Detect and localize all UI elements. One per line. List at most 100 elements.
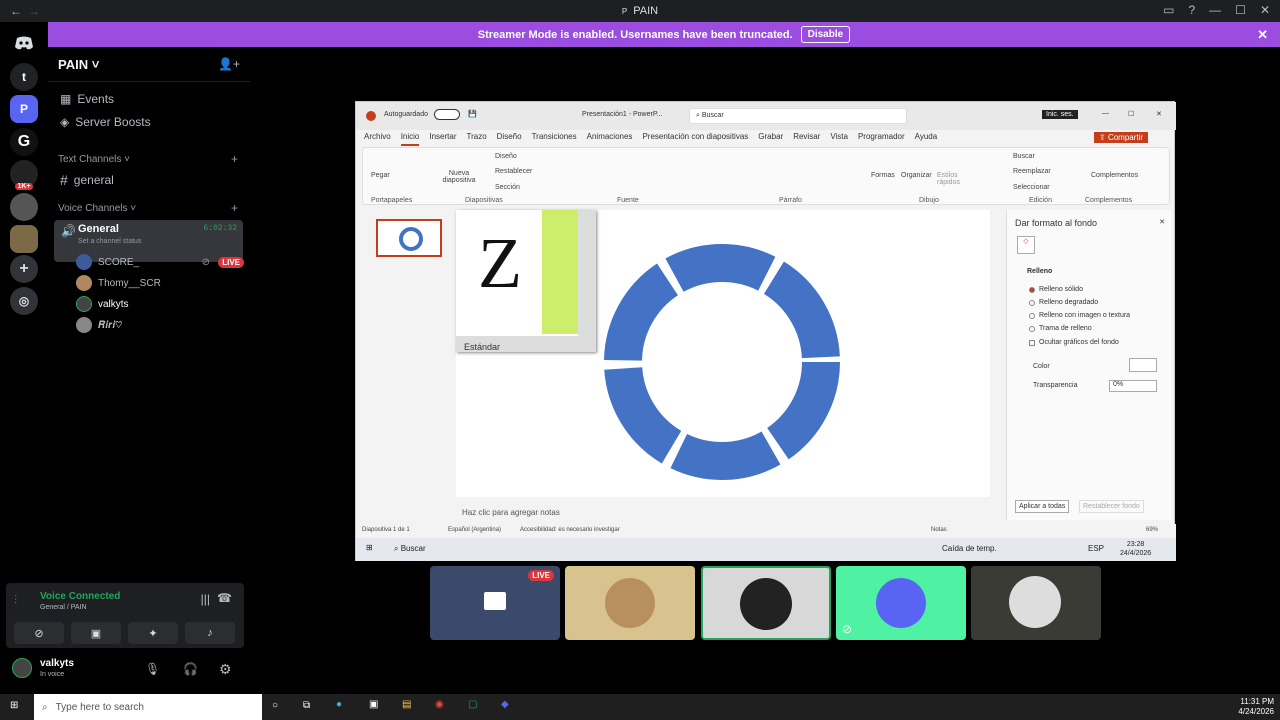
video-tile-valkyts[interactable] xyxy=(701,566,831,640)
notes-button[interactable]: Notas xyxy=(931,527,947,533)
video-tile-riri[interactable] xyxy=(971,566,1101,640)
tab-transiciones[interactable]: Transiciones xyxy=(532,132,577,146)
sign-in-button[interactable]: Inic. ses. xyxy=(1042,110,1078,119)
maximize-button[interactable]: ☐ xyxy=(1235,3,1246,17)
language-indicator[interactable]: ESP xyxy=(1088,544,1104,553)
channel-status-input[interactable]: Set a channel status xyxy=(78,238,141,245)
store-icon[interactable]: ▣ xyxy=(369,699,378,710)
server-icon-photo[interactable] xyxy=(10,225,38,253)
taskbar-search-input[interactable]: ⌕ Type here to search xyxy=(34,694,262,720)
member-riri[interactable]: 𝑹𝒊𝒓𝒊♡ xyxy=(76,317,122,333)
member-thomy[interactable]: Thomy__SCR xyxy=(76,275,161,291)
tab-insertar[interactable]: Insertar xyxy=(429,132,456,146)
close-icon[interactable]: ✕ xyxy=(1159,218,1165,226)
tab-ayuda[interactable]: Ayuda xyxy=(915,132,938,146)
fill-section[interactable]: Relleno xyxy=(1027,268,1052,275)
reset-background-button[interactable]: Restablecer fondo xyxy=(1079,500,1144,513)
member-score[interactable]: SCORE_ ⊘ LIVE xyxy=(76,254,244,270)
text-channels-category[interactable]: Text Channels ˅ xyxy=(58,154,130,165)
server-name[interactable]: PAIN ˅ xyxy=(58,57,99,72)
autosave-toggle[interactable] xyxy=(434,109,460,120)
avatar[interactable] xyxy=(12,658,32,678)
minimize-button[interactable]: — xyxy=(1102,110,1109,117)
headphones-icon[interactable]: 🎧 xyxy=(183,662,198,676)
add-voice-channel-icon[interactable]: + xyxy=(231,201,238,215)
transparency-input[interactable]: 0% xyxy=(1109,380,1157,392)
paste-button[interactable]: Pegar xyxy=(371,172,390,179)
channel-general-text[interactable]: # general xyxy=(60,172,114,188)
color-picker[interactable] xyxy=(1129,358,1157,372)
share-button[interactable]: ⇪ Compartir xyxy=(1094,132,1149,143)
noise-suppression-icon[interactable]: ||| xyxy=(201,592,210,606)
tab-diseno[interactable]: Diseño xyxy=(497,132,522,146)
tab-animaciones[interactable]: Animaciones xyxy=(587,132,633,146)
settings-gear-icon[interactable]: ⚙ xyxy=(219,661,232,678)
quick-styles-button[interactable]: Estilos rápidos xyxy=(937,172,967,186)
reset-button[interactable]: Restablecer xyxy=(495,168,532,175)
weather-widget[interactable]: Caída de temp. xyxy=(942,544,997,553)
accessibility-status[interactable]: Accesibilidad: es necesario investigar xyxy=(520,527,620,533)
server-icon-1k[interactable]: 1K+ xyxy=(10,160,38,190)
video-tile-score[interactable]: LIVE xyxy=(430,566,560,640)
tab-grabar[interactable]: Grabar xyxy=(758,132,783,146)
screenshare-powerpoint-window[interactable]: Autoguardado 💾 Presentación1 - PowerP...… xyxy=(355,101,1176,561)
slide-thumbnail[interactable] xyxy=(376,219,442,257)
solid-fill-radio[interactable]: Relleno sólido xyxy=(1029,286,1083,293)
slide-canvas[interactable]: Z Estándar xyxy=(456,210,990,497)
server-icon-t[interactable]: t xyxy=(10,63,38,91)
events-item[interactable]: ▦ Events xyxy=(60,92,114,106)
new-slide-button[interactable]: Nueva diapositiva xyxy=(439,170,479,184)
save-icon[interactable]: 💾 xyxy=(468,110,477,118)
boosts-item[interactable]: ◈ Server Boosts xyxy=(60,115,151,129)
edge-icon[interactable]: ● xyxy=(336,699,342,710)
layout-button[interactable]: Diseño xyxy=(495,153,517,160)
close-icon[interactable]: ✕ xyxy=(1257,27,1268,43)
member-valkyts[interactable]: valkyts xyxy=(76,296,129,312)
hide-graphics-checkbox[interactable]: Ocultar gráficos del fondo xyxy=(1029,339,1119,346)
discord-home-icon[interactable] xyxy=(10,29,38,57)
addins-button[interactable]: Complementos xyxy=(1091,172,1138,179)
voice-location[interactable]: General / PAIN xyxy=(40,604,87,611)
mic-icon[interactable]: 🎙 xyxy=(145,662,160,676)
maximize-button[interactable]: ☐ xyxy=(1128,110,1134,118)
close-button[interactable]: ✕ xyxy=(1156,110,1162,118)
explore-icon[interactable]: ◎ xyxy=(10,287,38,315)
apply-all-button[interactable]: Aplicar a todas xyxy=(1015,500,1070,513)
select-button[interactable]: Seleccionar xyxy=(1013,184,1050,191)
tab-revisar[interactable]: Revisar xyxy=(793,132,820,146)
task-view-icon[interactable]: ⧉ xyxy=(303,700,310,711)
remote-clock[interactable]: 23:28 24/4/2026 xyxy=(1120,540,1151,558)
soundboard-button[interactable]: ♪ xyxy=(185,622,235,644)
tab-inicio[interactable]: Inicio xyxy=(400,132,420,146)
inbox-icon[interactable]: ▭ xyxy=(1163,3,1174,17)
server-icon-pain[interactable]: P xyxy=(10,95,38,123)
discord-taskbar-icon[interactable]: ◆ xyxy=(501,699,509,710)
fill-icon[interactable]: ◇ xyxy=(1017,236,1035,254)
add-member-icon[interactable]: 👤+ xyxy=(218,57,240,71)
zoom-level[interactable]: 69% xyxy=(1146,527,1158,533)
pattern-fill-radio[interactable]: Trama de relleno xyxy=(1029,325,1092,332)
server-icon-g[interactable]: G xyxy=(10,128,38,156)
search-icon[interactable]: ⌕ Buscar xyxy=(394,544,426,554)
add-channel-icon[interactable]: + xyxy=(231,152,238,166)
tab-trazo[interactable]: Trazo xyxy=(467,132,487,146)
minimize-button[interactable]: — xyxy=(1209,3,1221,17)
gradient-fill-radio[interactable]: Relleno degradado xyxy=(1029,299,1098,306)
disconnect-icon[interactable]: ☎ xyxy=(217,591,232,605)
add-server-icon[interactable]: + xyxy=(10,255,38,283)
close-button[interactable]: ✕ xyxy=(1260,3,1270,17)
find-button[interactable]: Buscar xyxy=(1013,153,1035,160)
file-explorer-icon[interactable]: ▤ xyxy=(402,699,411,710)
cortana-icon[interactable]: ○ xyxy=(272,700,278,711)
section-button[interactable]: Sección xyxy=(495,184,520,191)
video-tile-thomy[interactable] xyxy=(565,566,695,640)
video-tile-member[interactable]: ⊘ xyxy=(836,566,966,640)
server-icon-cow[interactable] xyxy=(10,193,38,221)
language-status[interactable]: Español (Argentina) xyxy=(448,527,501,533)
windows-start-icon[interactable]: ⊞ xyxy=(366,543,373,552)
tab-archivo[interactable]: Archivo xyxy=(364,132,391,146)
voice-channels-category[interactable]: Voice Channels ˅ xyxy=(58,203,136,214)
screenshare-button[interactable]: ▣ xyxy=(71,622,121,644)
shapes-button[interactable]: Formas xyxy=(871,172,895,179)
arrange-button[interactable]: Organizar xyxy=(901,172,932,179)
